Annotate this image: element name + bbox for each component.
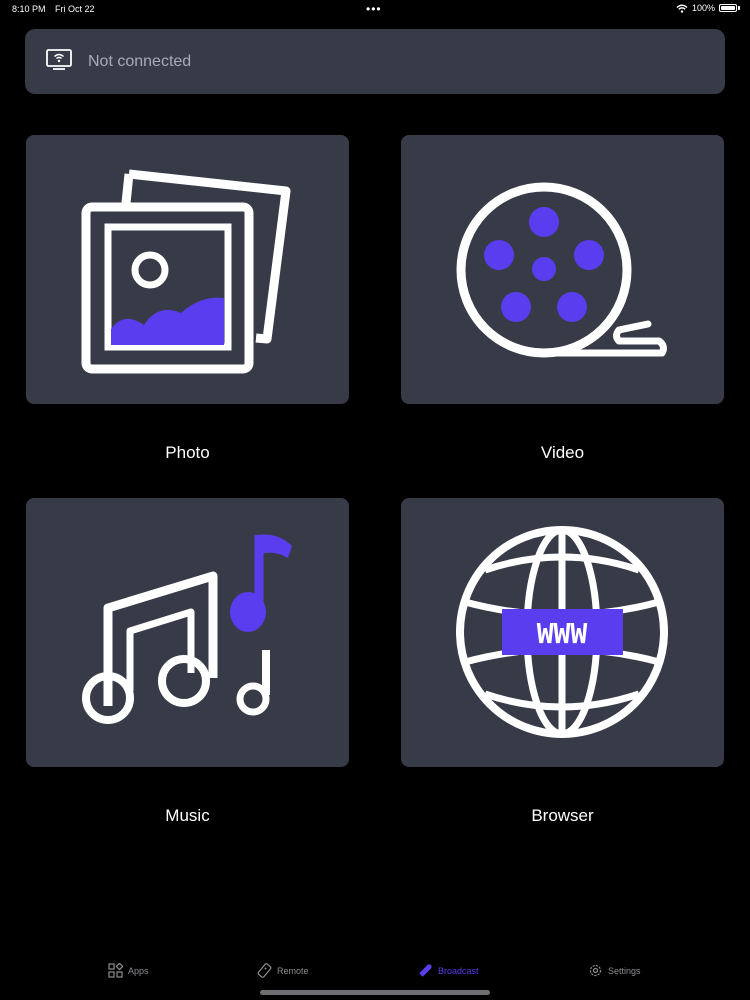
film-reel-icon: [456, 182, 667, 358]
photo-icon: [81, 169, 291, 374]
music-tile[interactable]: [26, 498, 349, 767]
music-label: Music: [165, 806, 210, 825]
tab-bar: Apps Remote Broadcast Settings: [0, 955, 750, 987]
apps-grid-icon: [108, 963, 123, 978]
cast-screen-icon: [46, 49, 72, 70]
tab-broadcast-label: Broadcast: [438, 965, 479, 976]
home-indicator[interactable]: [260, 990, 490, 995]
battery-nub: [738, 6, 740, 10]
remote-icon: [257, 963, 272, 978]
status-bar: 8:10 PM Fri Oct 22 ••• 100%: [0, 0, 750, 18]
tab-settings[interactable]: Settings: [588, 963, 641, 978]
wifi-icon: [676, 4, 688, 13]
photo-tile[interactable]: [26, 135, 349, 404]
tab-apps-label: Apps: [128, 965, 149, 976]
globe-www-icon: WWW: [456, 526, 668, 738]
video-label: Video: [540, 443, 585, 462]
photo-label: Photo: [165, 443, 210, 462]
status-right: 100%: [676, 3, 740, 13]
tab-settings-label: Settings: [608, 965, 641, 976]
battery-percent: 100%: [691, 3, 715, 13]
status-time: 8:10 PM: [12, 4, 46, 14]
battery-icon: [719, 4, 737, 12]
multitasking-dots-icon[interactable]: •••: [366, 2, 382, 16]
status-date: Fri Oct 22: [55, 4, 95, 14]
broadcast-icon: [419, 964, 432, 977]
video-tile[interactable]: [401, 135, 724, 404]
gear-icon: [589, 964, 602, 977]
browser-tile[interactable]: WWW: [401, 498, 724, 767]
browser-label: Browser: [531, 806, 594, 825]
tab-remote[interactable]: Remote: [257, 963, 309, 978]
music-notes-icon: [82, 534, 292, 724]
connection-status-bar[interactable]: Not connected: [25, 29, 725, 94]
connection-status-text: Not connected: [88, 53, 192, 70]
tab-broadcast[interactable]: Broadcast: [418, 963, 479, 978]
tab-remote-label: Remote: [277, 965, 309, 976]
www-badge: WWW: [537, 617, 588, 650]
tab-apps[interactable]: Apps: [108, 963, 149, 978]
